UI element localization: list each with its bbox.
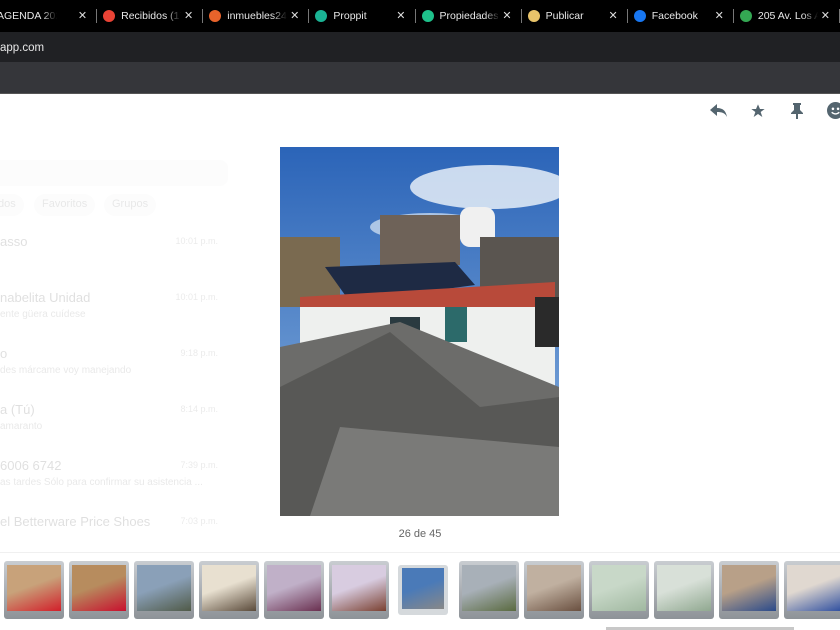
browser-tab[interactable]: Publicar ✕	[522, 0, 628, 32]
close-tab-icon[interactable]: ✕	[502, 9, 511, 22]
chat-last-message: amaranto	[0, 421, 43, 432]
chat-name: o	[0, 346, 8, 361]
chat-name: a (Tú)	[0, 402, 35, 417]
browser-tab-strip: AGENDA 2024✕Recibidos (17)✕inmuebles24✕P…	[0, 0, 840, 32]
close-tab-icon[interactable]: ✕	[396, 9, 405, 22]
chat-time: 7:03 p.m.	[180, 516, 218, 526]
chat-list-item: nabelita Unidad ente güera cuídese 10:01 p…	[0, 290, 218, 346]
thumbnail-bathroom[interactable]	[654, 561, 714, 619]
tab-title: Publicar	[545, 10, 584, 22]
chat-list-dimmed: dos Favoritos Grupos asso 10:01 p.m. nabel…	[0, 140, 238, 580]
thumbnail-living-red-sofa[interactable]	[4, 561, 64, 619]
thumbnail-terrace[interactable]	[459, 561, 519, 619]
browser-tab[interactable]: Recibidos (17)✕	[97, 0, 204, 32]
chat-time: 9:18 p.m.	[180, 348, 218, 358]
chat-last-message: as tardes Sólo para confirmar su asisten…	[0, 477, 203, 488]
thumbnail-image	[722, 565, 776, 611]
chat-last-message: des márcame voy manejando	[0, 365, 132, 376]
reply-icon[interactable]	[710, 102, 727, 119]
thumbnail-image	[527, 565, 581, 611]
tab-title: AGENDA 2024	[0, 10, 57, 22]
thumbnail-shower[interactable]	[589, 561, 649, 619]
chat-name: asso	[0, 234, 28, 249]
tab-title: Facebook	[651, 10, 698, 22]
tab-title: inmuebles24	[227, 10, 287, 22]
thumbnail-hallway[interactable]	[199, 561, 259, 619]
thumbnail-door[interactable]	[524, 561, 584, 619]
chat-time: 7:39 p.m.	[180, 460, 218, 470]
tab-title: Recibidos (17)	[121, 10, 181, 22]
thumbnail-image	[462, 565, 516, 611]
chat-time: 8:14 p.m.	[180, 404, 218, 414]
media-counter: 26 de 45	[398, 528, 442, 540]
chat-name: nabelita Unidad	[0, 290, 91, 305]
gmail-icon	[103, 10, 116, 22]
publicar-icon	[527, 10, 540, 22]
thumbnail-image	[332, 565, 386, 611]
thumbnail-image	[202, 565, 256, 611]
tab-title: Proppit	[333, 10, 367, 22]
pin-icon[interactable]	[788, 102, 805, 119]
thumbnail-image	[657, 565, 711, 611]
close-tab-icon[interactable]: ✕	[184, 9, 193, 22]
thumbnail-living-red-sofa-2[interactable]	[69, 561, 129, 619]
thumbnail-image	[592, 565, 646, 611]
filter-chip: Favoritos	[34, 194, 96, 216]
browser-tab[interactable]: inmuebles24 ✕	[203, 0, 310, 32]
browser-tab[interactable]: 205 Av. Los A ✕	[734, 0, 840, 32]
browser-tab[interactable]: Facebook ✕	[628, 0, 734, 32]
divider	[0, 552, 840, 553]
emoji-icon[interactable]	[827, 102, 840, 119]
bookmarks-bar	[0, 62, 840, 94]
browser-tab[interactable]: Propiedades.com✕	[416, 0, 522, 32]
tab-title: 205 Av. Los A	[757, 10, 818, 22]
chat-name: 6006 6742	[0, 458, 62, 473]
thumbnail-bedroom-quilt[interactable]	[264, 561, 324, 619]
whatsapp-media-viewer: dos Favoritos Grupos asso 10:01 p.m. nabel…	[0, 94, 840, 630]
thumbnail-image	[7, 565, 61, 611]
thumbnail-image	[72, 565, 126, 611]
proppit-icon	[315, 10, 328, 22]
thumbnail-image	[402, 568, 444, 609]
thumbnail-bedroom-3[interactable]	[719, 561, 779, 619]
chat-list-item: a (Tú) amaranto 8:14 p.m.	[0, 402, 218, 458]
propiedades-icon	[421, 10, 434, 22]
chat-list-item: o des márcame voy manejando 9:18 p.m.	[0, 346, 218, 402]
thumbnail-image	[137, 565, 191, 611]
facebook-icon	[633, 10, 646, 22]
close-tab-icon[interactable]: ✕	[821, 9, 830, 22]
maps-pin-icon	[739, 10, 752, 22]
thumbnail-bedroom-2[interactable]	[329, 561, 389, 619]
main-photo-rooftop-solar-panels[interactable]	[280, 147, 559, 516]
close-tab-icon[interactable]: ✕	[715, 9, 724, 22]
close-tab-icon[interactable]: ✕	[78, 9, 87, 22]
filter-chip: dos	[0, 194, 24, 216]
browser-tab[interactable]: AGENDA 2024 ✕	[0, 0, 98, 32]
tab-title: Propiedades.com	[439, 10, 500, 22]
address-bar[interactable]: app.com	[0, 32, 840, 62]
filter-chip: Grupos	[104, 194, 157, 216]
inmuebles-icon	[209, 10, 222, 22]
close-tab-icon[interactable]: ✕	[609, 9, 618, 22]
chat-time: 10:01 p.m.	[175, 236, 218, 246]
chat-list-item: 6006 6742 as tardes Sólo para confirmar s…	[0, 458, 218, 514]
chat-name: el Betterware Price Shoes	[0, 514, 151, 529]
thumbnail-image	[787, 565, 840, 611]
chat-list-item: asso 10:01 p.m.	[0, 234, 218, 290]
star-icon[interactable]	[749, 102, 766, 119]
chat-time: 10:01 p.m.	[175, 292, 218, 302]
search-box	[0, 160, 228, 186]
close-tab-icon[interactable]: ✕	[290, 9, 299, 22]
browser-tab[interactable]: Proppit ✕	[309, 0, 416, 32]
thumbnail-bedroom-4[interactable]	[784, 561, 840, 619]
chat-last-message: ente güera cuídese	[0, 309, 86, 320]
url-text: app.com	[0, 42, 45, 54]
thumbnail-rooftop-solar[interactable]	[398, 565, 448, 615]
thumbnail-image	[267, 565, 321, 611]
viewer-toolbar	[710, 102, 840, 119]
thumbnail-rooftop-view[interactable]	[134, 561, 194, 619]
